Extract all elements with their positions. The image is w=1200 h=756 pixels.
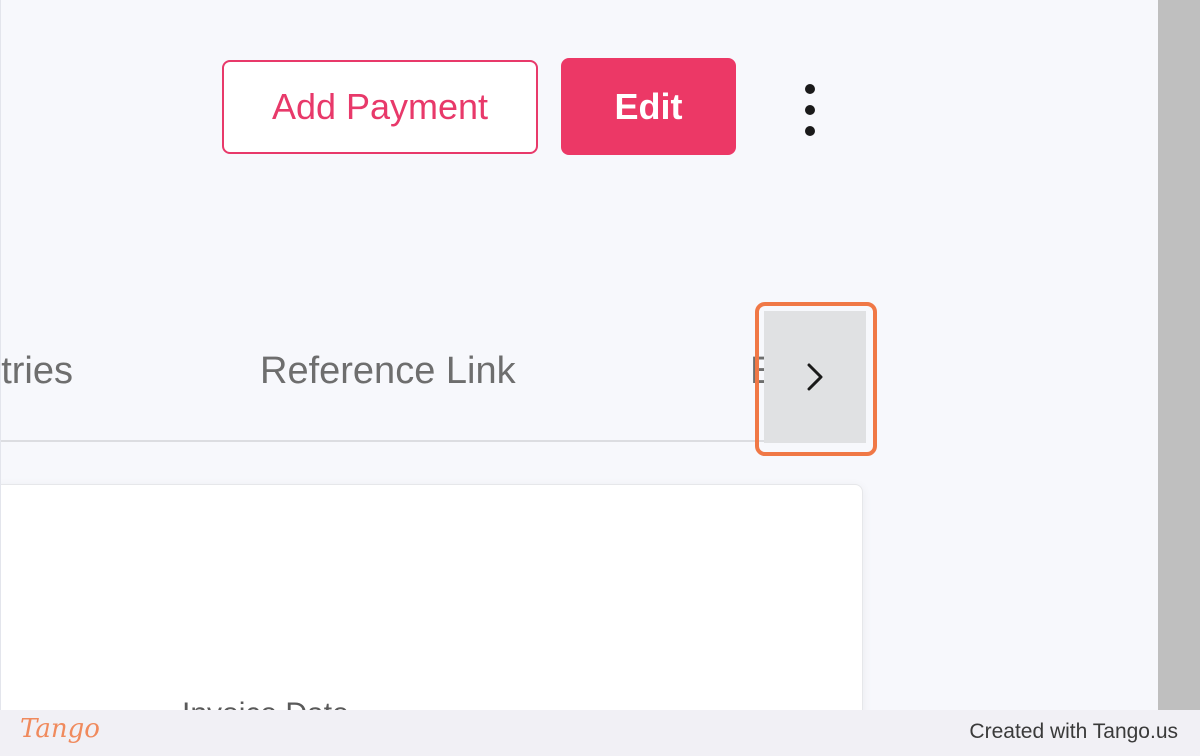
tab-entries-label: tries	[1, 350, 73, 392]
vertical-scrollbar[interactable]	[1158, 0, 1200, 710]
tab-scroll-next-button[interactable]	[764, 311, 866, 443]
details-card: Invoice Date	[1, 484, 863, 710]
kebab-dot	[805, 105, 815, 115]
tab-partial-label: E	[750, 350, 764, 392]
tab-entries[interactable]: tries	[1, 350, 73, 393]
edit-button[interactable]: Edit	[561, 58, 736, 155]
footer: Tango Created with Tango.us	[0, 710, 1200, 756]
kebab-dot	[805, 126, 815, 136]
tab-reference-link-label: Reference Link	[260, 350, 516, 392]
more-vertical-icon[interactable]	[794, 84, 826, 136]
kebab-dot	[805, 84, 815, 94]
tango-logo: Tango	[20, 714, 100, 744]
tab-partial[interactable]: E	[750, 350, 764, 393]
tab-reference-link[interactable]: Reference Link	[260, 350, 516, 393]
app-content: Add Payment Edit tries Reference Link E …	[0, 0, 1159, 710]
created-with-text: Created with Tango.us	[969, 720, 1178, 743]
edit-label: Edit	[614, 85, 683, 127]
add-payment-button[interactable]: Add Payment	[222, 60, 538, 154]
tab-divider	[1, 440, 863, 442]
add-payment-label: Add Payment	[271, 86, 489, 127]
chevron-right-icon	[807, 363, 823, 391]
invoice-date-label: Invoice Date	[182, 697, 349, 710]
